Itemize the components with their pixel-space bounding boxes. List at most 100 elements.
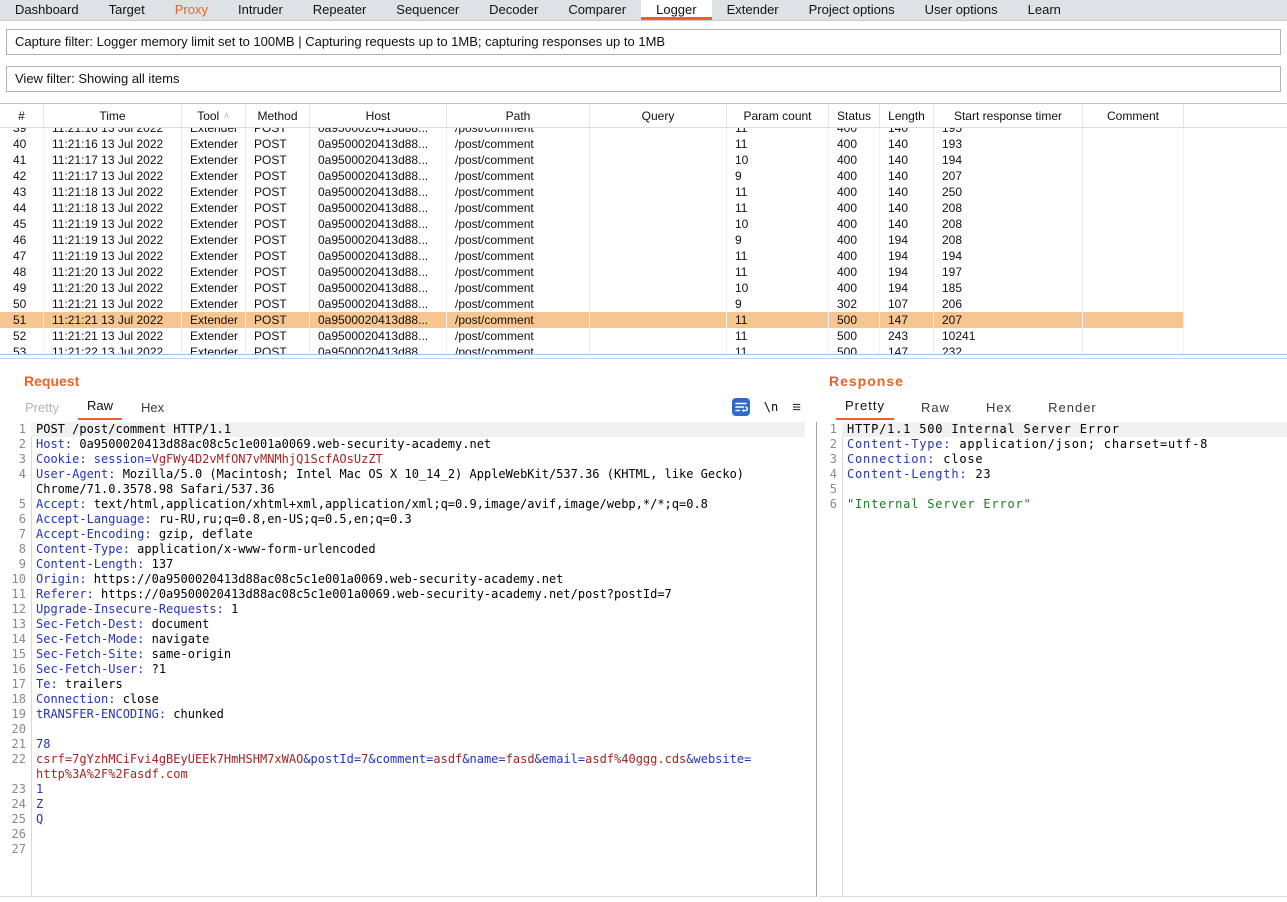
table-row[interactable]: 4111:21:17 13 Jul 2022ExtenderPOST0a9500… bbox=[0, 152, 1287, 168]
code-line[interactable]: Host: 0a9500020413d88ac08c5c1e001a0069.w… bbox=[31, 437, 805, 452]
menu-tab-dashboard[interactable]: Dashboard bbox=[0, 0, 94, 20]
code-line[interactable]: Te: trailers bbox=[31, 677, 805, 692]
code-line[interactable]: Content-Length: 137 bbox=[31, 557, 805, 572]
menu-tab-proxy[interactable]: Proxy bbox=[160, 0, 223, 20]
code-line[interactable]: Content-Type: application/x-www-form-url… bbox=[31, 542, 805, 557]
table-row[interactable]: 4811:21:20 13 Jul 2022ExtenderPOST0a9500… bbox=[0, 264, 1287, 280]
menu-tab-target[interactable]: Target bbox=[94, 0, 160, 20]
code-line[interactable]: Connection: close bbox=[842, 452, 1287, 467]
table-row[interactable]: 4211:21:17 13 Jul 2022ExtenderPOST0a9500… bbox=[0, 168, 1287, 184]
response-editor[interactable]: 1HTTP/1.1 500 Internal Server Error2Cont… bbox=[820, 422, 1287, 897]
menu-tab-logger[interactable]: Logger bbox=[641, 0, 711, 20]
response-tab-raw[interactable]: Raw bbox=[912, 400, 959, 420]
editor-menu-icon[interactable]: ≡ bbox=[792, 399, 801, 416]
cell-comment bbox=[1083, 312, 1184, 328]
cell-method: POST bbox=[246, 200, 310, 216]
table-row[interactable]: 4611:21:19 13 Jul 2022ExtenderPOST0a9500… bbox=[0, 232, 1287, 248]
menu-tab-project-options[interactable]: Project options bbox=[794, 0, 910, 20]
code-line[interactable]: Content-Length: 23 bbox=[842, 467, 1287, 482]
table-row[interactable]: 4311:21:18 13 Jul 2022ExtenderPOST0a9500… bbox=[0, 184, 1287, 200]
menu-tab-user-options[interactable]: User options bbox=[910, 0, 1013, 20]
column-header-#[interactable]: # bbox=[0, 104, 44, 127]
code-line[interactable]: Sec-Fetch-Site: same-origin bbox=[31, 647, 805, 662]
column-header-path[interactable]: Path bbox=[447, 104, 590, 127]
code-line[interactable]: Upgrade-Insecure-Requests: 1 bbox=[31, 602, 805, 617]
column-header-host[interactable]: Host bbox=[310, 104, 447, 127]
menu-tab-repeater[interactable]: Repeater bbox=[298, 0, 381, 20]
code-line[interactable]: Sec-Fetch-User: ?1 bbox=[31, 662, 805, 677]
code-line[interactable] bbox=[31, 842, 805, 857]
column-header-time[interactable]: Time bbox=[44, 104, 182, 127]
wrap-lines-icon[interactable] bbox=[732, 398, 750, 416]
request-tab-raw[interactable]: Raw bbox=[78, 398, 122, 420]
table-row[interactable]: 4511:21:19 13 Jul 2022ExtenderPOST0a9500… bbox=[0, 216, 1287, 232]
cell-comment bbox=[1083, 152, 1184, 168]
code-line[interactable] bbox=[842, 482, 1287, 497]
code-line[interactable]: Z bbox=[31, 797, 805, 812]
capture-filter-bar[interactable]: Capture filter: Logger memory limit set … bbox=[6, 29, 1281, 55]
column-header-length[interactable]: Length bbox=[880, 104, 934, 127]
code-line[interactable]: User-Agent: Mozilla/5.0 (Macintosh; Inte… bbox=[31, 467, 805, 482]
table-row[interactable]: 4411:21:18 13 Jul 2022ExtenderPOST0a9500… bbox=[0, 200, 1287, 216]
code-line[interactable]: http%3A%2F%2Fasdf.com bbox=[31, 767, 805, 782]
table-row[interactable]: 5311:21:22 13 Jul 2022ExtenderPOST0a9500… bbox=[0, 344, 1287, 354]
newline-characters-icon[interactable]: \n bbox=[764, 400, 778, 414]
code-line[interactable]: Cookie: session=VgFWy4D2vMfON7vMNMhjQ1Sc… bbox=[31, 452, 805, 467]
column-header-tool[interactable]: Tool∧ bbox=[182, 104, 246, 127]
column-header-start-response-timer[interactable]: Start response timer bbox=[934, 104, 1083, 127]
cell-time: 11:21:21 13 Jul 2022 bbox=[44, 328, 182, 344]
code-line[interactable]: Referer: https://0a9500020413d88ac08c5c1… bbox=[31, 587, 805, 602]
cell-spacer bbox=[1184, 296, 1287, 312]
column-header-spacer[interactable] bbox=[1184, 104, 1287, 127]
line-number: 27 bbox=[0, 842, 31, 857]
column-header-query[interactable]: Query bbox=[590, 104, 727, 127]
code-line[interactable]: Accept-Language: ru-RU,ru;q=0.8,en-US;q=… bbox=[31, 512, 805, 527]
response-tab-render[interactable]: Render bbox=[1039, 400, 1106, 420]
table-row[interactable]: 4711:21:19 13 Jul 2022ExtenderPOST0a9500… bbox=[0, 248, 1287, 264]
column-header-comment[interactable]: Comment bbox=[1083, 104, 1184, 127]
column-header-method[interactable]: Method bbox=[246, 104, 310, 127]
code-line[interactable]: Accept: text/html,application/xhtml+xml,… bbox=[31, 497, 805, 512]
code-line[interactable] bbox=[31, 827, 805, 842]
code-line[interactable]: Connection: close bbox=[31, 692, 805, 707]
request-tab-pretty[interactable]: Pretty bbox=[16, 400, 68, 420]
editor-line: 16Sec-Fetch-User: ?1 bbox=[0, 662, 805, 677]
cell-status: 400 bbox=[829, 264, 880, 280]
code-line[interactable]: Sec-Fetch-Dest: document bbox=[31, 617, 805, 632]
request-editor[interactable]: 1POST /post/comment HTTP/1.12Host: 0a950… bbox=[0, 422, 817, 897]
code-line[interactable]: tRANSFER-ENCODING: chunked bbox=[31, 707, 805, 722]
table-row[interactable]: 4911:21:20 13 Jul 2022ExtenderPOST0a9500… bbox=[0, 280, 1287, 296]
code-line[interactable]: Chrome/71.0.3578.98 Safari/537.36 bbox=[31, 482, 805, 497]
code-line[interactable]: "Internal Server Error" bbox=[842, 497, 1287, 512]
table-row[interactable]: 5111:21:21 13 Jul 2022ExtenderPOST0a9500… bbox=[0, 312, 1287, 328]
code-line[interactable]: Q bbox=[31, 812, 805, 827]
code-line[interactable]: 1 bbox=[31, 782, 805, 797]
column-header-param-count[interactable]: Param count bbox=[727, 104, 829, 127]
response-tab-hex[interactable]: Hex bbox=[977, 400, 1021, 420]
table-row[interactable]: 5211:21:21 13 Jul 2022ExtenderPOST0a9500… bbox=[0, 328, 1287, 344]
cell-path: /post/comment bbox=[447, 312, 590, 328]
code-line[interactable]: Sec-Fetch-Mode: navigate bbox=[31, 632, 805, 647]
table-row[interactable]: 5011:21:21 13 Jul 2022ExtenderPOST0a9500… bbox=[0, 296, 1287, 312]
code-line[interactable]: 78 bbox=[31, 737, 805, 752]
code-line[interactable] bbox=[31, 722, 805, 737]
menu-tab-learn[interactable]: Learn bbox=[1013, 0, 1076, 20]
code-line[interactable]: Origin: https://0a9500020413d88ac08c5c1e… bbox=[31, 572, 805, 587]
code-line[interactable]: POST /post/comment HTTP/1.1 bbox=[31, 422, 805, 437]
code-line[interactable]: csrf=7gYzhMCiFvi4gBEyUEEk7HmHSHM7xWAO&po… bbox=[31, 752, 805, 767]
code-line[interactable]: HTTP/1.1 500 Internal Server Error bbox=[842, 422, 1287, 437]
table-row[interactable]: 3911:21:16 13 Jul 2022ExtenderPOST0a9500… bbox=[0, 128, 1287, 136]
view-filter-bar[interactable]: View filter: Showing all items bbox=[6, 66, 1281, 92]
table-row[interactable]: 4011:21:16 13 Jul 2022ExtenderPOST0a9500… bbox=[0, 136, 1287, 152]
menu-tab-decoder[interactable]: Decoder bbox=[474, 0, 553, 20]
request-tab-hex[interactable]: Hex bbox=[132, 400, 173, 420]
menu-tab-extender[interactable]: Extender bbox=[712, 0, 794, 20]
menu-tab-comparer[interactable]: Comparer bbox=[553, 0, 641, 20]
cell-id: 44 bbox=[0, 200, 44, 216]
code-line[interactable]: Content-Type: application/json; charset=… bbox=[842, 437, 1287, 452]
menu-tab-sequencer[interactable]: Sequencer bbox=[381, 0, 474, 20]
code-line[interactable]: Accept-Encoding: gzip, deflate bbox=[31, 527, 805, 542]
response-tab-pretty[interactable]: Pretty bbox=[836, 398, 894, 420]
column-header-status[interactable]: Status bbox=[829, 104, 880, 127]
menu-tab-intruder[interactable]: Intruder bbox=[223, 0, 298, 20]
